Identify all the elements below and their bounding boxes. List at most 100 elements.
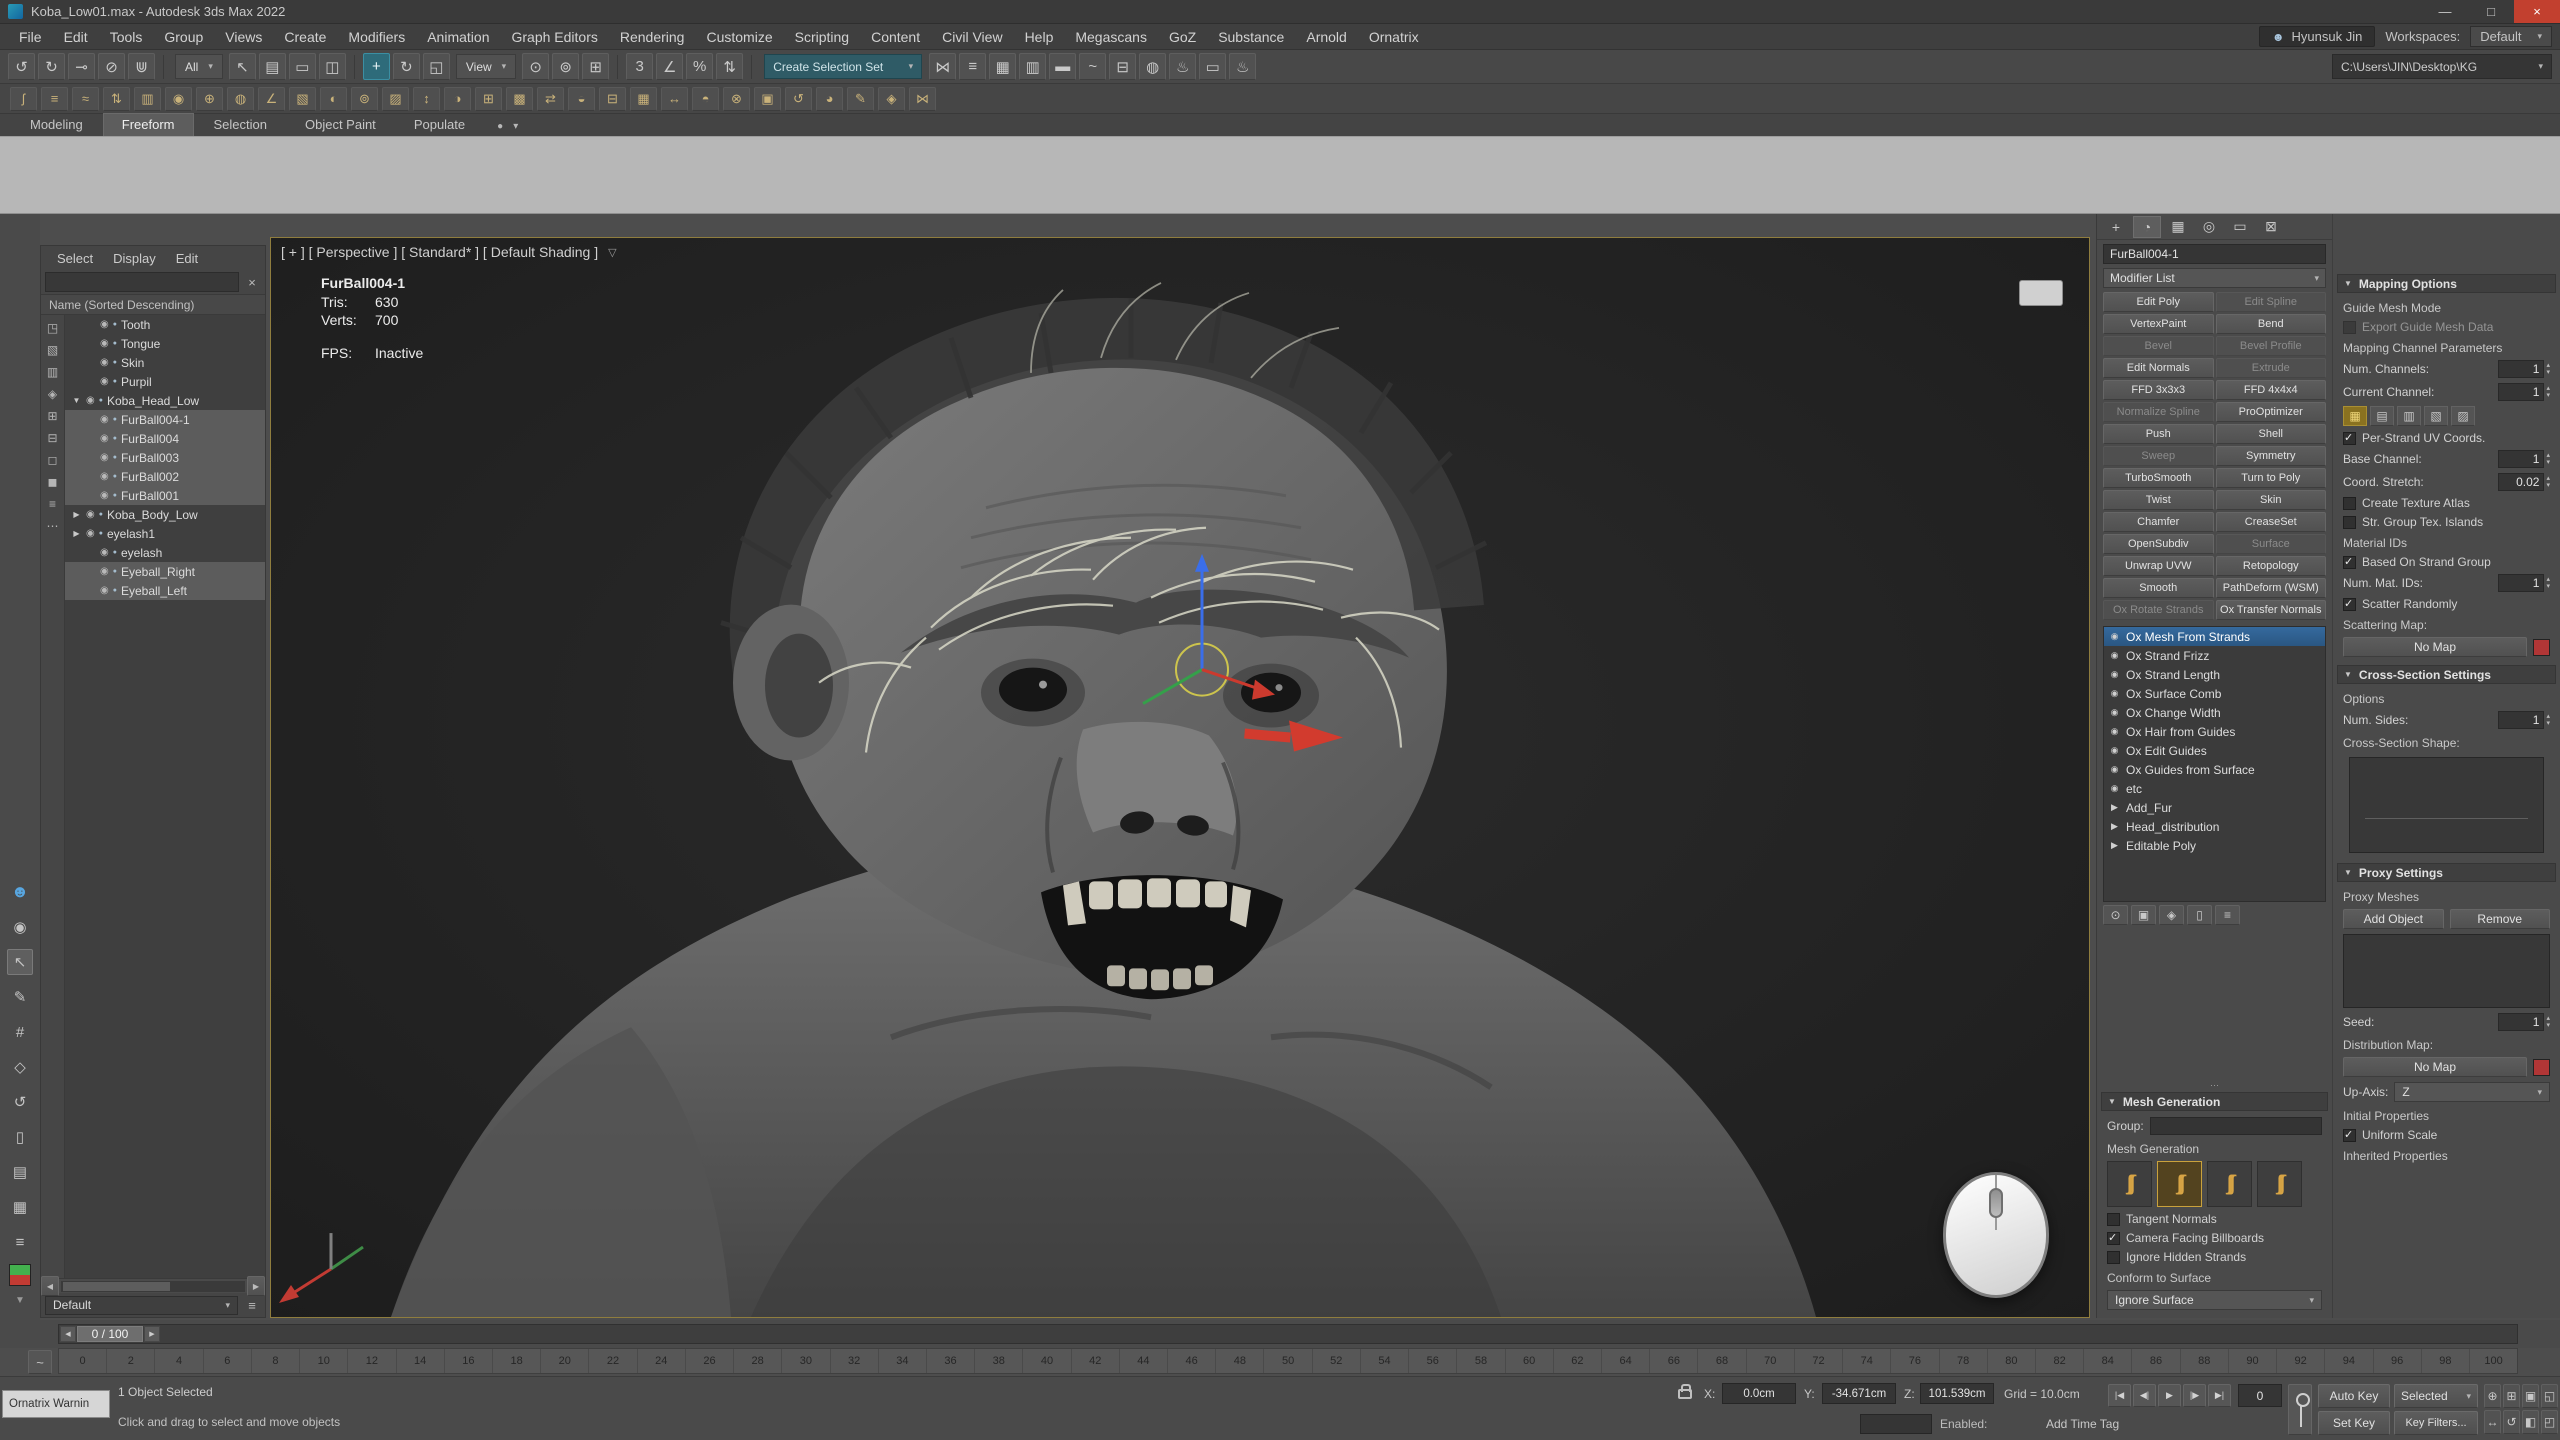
checkbox-row[interactable]: ✓ Uniform Scale — [2343, 1128, 2550, 1142]
ornatrix-tool-icon[interactable]: ⊕ — [196, 87, 223, 111]
align-icon[interactable]: ≡ — [959, 53, 986, 80]
seed-spinner[interactable]: 1▴▾ — [2498, 1013, 2550, 1031]
frame-tick[interactable]: 26 — [685, 1349, 733, 1373]
menu-item[interactable]: Graph Editors — [500, 29, 608, 45]
frame-tick[interactable]: 80 — [1987, 1349, 2035, 1373]
checkbox[interactable]: ✓ — [2107, 1213, 2120, 1226]
frame-tick[interactable]: 22 — [588, 1349, 636, 1373]
frame-tick[interactable]: 40 — [1022, 1349, 1070, 1373]
modifier-stack-item[interactable]: ◉ etc — [2104, 779, 2325, 798]
user-account-button[interactable]: ☻ Hyunsuk Jin — [2259, 26, 2375, 47]
explorer-tool-icon[interactable]: ≡ — [49, 497, 56, 511]
checkbox-row[interactable]: ✓ Export Guide Mesh Data — [2343, 320, 2550, 334]
frame-tick[interactable]: 2 — [106, 1349, 154, 1373]
explorer-tool-icon[interactable]: ◼ — [48, 475, 58, 489]
frame-tick[interactable]: 52 — [1312, 1349, 1360, 1373]
clipboard-icon[interactable]: ▤ — [7, 1159, 33, 1185]
modifier-visibility-icon[interactable]: ▶ — [2108, 802, 2121, 813]
explorer-search-input[interactable] — [45, 272, 239, 292]
ornatrix-tool-icon[interactable]: ▦ — [630, 87, 657, 111]
frame-tick[interactable]: 58 — [1456, 1349, 1504, 1373]
modifier-button[interactable]: Sweep — [2103, 446, 2214, 466]
select-by-name-icon[interactable]: ▤ — [259, 53, 286, 80]
display-tab-icon[interactable]: ▭ — [2226, 216, 2254, 238]
modifier-button[interactable]: Skin — [2216, 490, 2327, 510]
checkbox[interactable]: ✓ — [2343, 497, 2356, 510]
scene-object-row[interactable]: ◉ ● Eyeball_Left — [65, 581, 265, 600]
modifier-stack-item[interactable]: ◉ Ox Edit Guides — [2104, 741, 2325, 760]
make-unique-icon[interactable]: ◈ — [2159, 905, 2184, 925]
strip-mesh-icon[interactable]: ʃʃʃ — [2107, 1161, 2152, 1207]
unlink-selection-icon[interactable]: ⊘ — [98, 53, 125, 80]
modifier-button[interactable]: TurboSmooth — [2103, 468, 2214, 488]
scene-object-row[interactable]: ◉ ● Tongue — [65, 334, 265, 353]
menu-item[interactable]: Ornatrix — [1358, 29, 1430, 45]
ornatrix-tool-icon[interactable]: ↺ — [785, 87, 812, 111]
visibility-eye-icon[interactable]: ◉ — [100, 376, 109, 387]
scene-object-row[interactable]: ◉ ● eyelash — [65, 543, 265, 562]
marker-icon[interactable]: ◇ — [7, 1054, 33, 1080]
uv-channel-icon[interactable]: ▧ — [2424, 406, 2448, 426]
num-sides-spinner[interactable]: 1▴▾ — [2498, 711, 2550, 729]
frame-tick[interactable]: 54 — [1360, 1349, 1408, 1373]
explorer-tool-icon[interactable]: ▧ — [47, 343, 58, 357]
zoom-region-icon[interactable]: ◱ — [2541, 1384, 2558, 1408]
frame-tick[interactable]: 34 — [878, 1349, 926, 1373]
modifier-stack-item[interactable]: ◉ Ox Guides from Surface — [2104, 760, 2325, 779]
scene-object-row[interactable]: ◉ ● FurBall003 — [65, 448, 265, 467]
remove-modifier-icon[interactable]: ▯ — [2187, 905, 2212, 925]
checkbox[interactable]: ✓ — [2343, 432, 2356, 445]
spinner-snap-icon[interactable]: ⇅ — [716, 53, 743, 80]
select-and-scale-icon[interactable]: ◱ — [423, 53, 450, 80]
modifier-button[interactable]: Symmetry — [2216, 446, 2327, 466]
selection-lock-icon[interactable] — [1678, 1389, 1692, 1399]
frame-tick[interactable]: 46 — [1167, 1349, 1215, 1373]
modifier-button[interactable]: ProOptimizer — [2216, 402, 2327, 422]
auto-key-button[interactable]: Auto Key — [2318, 1384, 2390, 1408]
modifier-button[interactable]: Twist — [2103, 490, 2214, 510]
pan-icon[interactable]: ↔ — [2484, 1410, 2501, 1434]
curve-editor-icon[interactable]: ~ — [1079, 53, 1106, 80]
checkbox[interactable]: ✓ — [2343, 1129, 2356, 1142]
scene-object-row[interactable]: ▶ ◉ ● Koba_Body_Low — [65, 505, 265, 524]
field-of-view-icon[interactable]: ◧ — [2522, 1410, 2539, 1434]
expand-arrow-icon[interactable]: ▶ — [71, 529, 82, 538]
ornatrix-tool-icon[interactable]: ✎ — [847, 87, 874, 111]
key-filters-button[interactable]: Key Filters... — [2394, 1411, 2478, 1435]
uv-channel-icon[interactable]: ▦ — [2343, 406, 2367, 426]
material-editor-icon[interactable]: ◍ — [1139, 53, 1166, 80]
visibility-eye-icon[interactable]: ◉ — [100, 547, 109, 558]
ornatrix-tool-icon[interactable]: ʃ — [10, 87, 37, 111]
frame-tick[interactable]: 100 — [2469, 1349, 2517, 1373]
scene-object-row[interactable]: ▼ ◉ ● Koba_Head_Low — [65, 391, 265, 410]
rollout-header[interactable]: ▼Mesh Generation — [2101, 1092, 2328, 1111]
modifier-stack-item[interactable]: ◉ Ox Mesh From Strands — [2104, 627, 2325, 646]
minimize-button[interactable]: — — [2422, 0, 2468, 23]
select-and-move-icon[interactable]: + — [363, 53, 390, 80]
proxy-mesh-icon[interactable]: ʃʃʃ — [2257, 1161, 2302, 1207]
modifier-button[interactable]: Bevel Profile — [2216, 336, 2327, 356]
visibility-eye-icon[interactable]: ◉ — [100, 319, 109, 330]
selection-filter-dropdown[interactable]: All▾ — [175, 54, 223, 79]
menu-item[interactable]: Views — [214, 29, 273, 45]
configure-modifier-sets-icon[interactable]: ≡ — [2215, 905, 2240, 925]
checkbox-row[interactable]: ✓ Create Texture Atlas — [2343, 496, 2550, 510]
modifier-button[interactable]: OpenSubdiv — [2103, 534, 2214, 554]
base-channel-spinner[interactable]: 1▴▾ — [2498, 450, 2550, 468]
ornatrix-tool-icon[interactable]: ◉ — [165, 87, 192, 111]
modifier-button[interactable]: Ox Rotate Strands — [2103, 600, 2214, 620]
collapse-arrow-icon[interactable]: ▼ — [15, 1295, 25, 1306]
frame-tick[interactable]: 60 — [1505, 1349, 1553, 1373]
time-slider-handle[interactable]: 0 / 100 — [77, 1326, 143, 1342]
modifier-visibility-icon[interactable]: ◉ — [2108, 631, 2121, 642]
menu-item[interactable]: Megascans — [1064, 29, 1158, 45]
menu-item[interactable]: Group — [153, 29, 214, 45]
modifier-button[interactable]: Shell — [2216, 424, 2327, 444]
project-path-field[interactable]: C:\Users\JIN\Desktop\KG▾ — [2332, 54, 2552, 79]
frame-tick[interactable]: 38 — [974, 1349, 1022, 1373]
select-and-link-icon[interactable]: ⊸ — [68, 53, 95, 80]
ornatrix-tool-icon[interactable]: ◍ — [227, 87, 254, 111]
ornatrix-tool-icon[interactable]: ◐ — [320, 87, 347, 111]
viewport[interactable]: [ + ] [ Perspective ] [ Standard* ] [ De… — [270, 237, 2090, 1318]
visibility-eye-icon[interactable]: ◉ — [100, 471, 109, 482]
